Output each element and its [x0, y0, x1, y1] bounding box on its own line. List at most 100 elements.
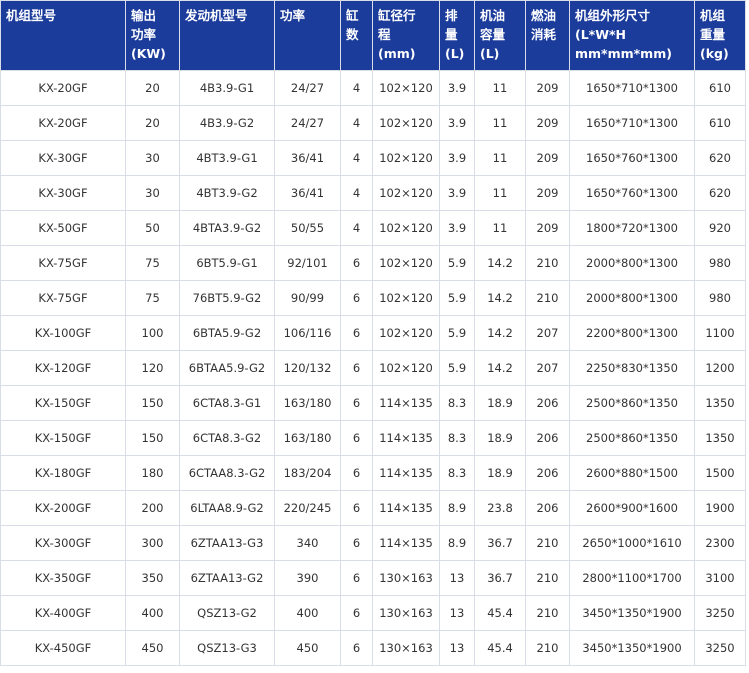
col-dimensions-cell: 2000*800*1300 — [569, 280, 695, 316]
col-cylinders-cell: 6 — [340, 455, 373, 491]
col-output-power-cell: 30 — [125, 140, 180, 176]
col-weight-cell: 2300 — [694, 525, 746, 561]
col-engine-model-cell: 76BT5.9-G2 — [179, 280, 275, 316]
col-displacement-cell: 3.9 — [439, 105, 475, 141]
col-power-cell: 183/204 — [274, 455, 341, 491]
col-bore-stroke-cell: 102×120 — [372, 280, 440, 316]
col-power-cell: 24/27 — [274, 70, 341, 106]
col-bore-stroke-cell: 130×163 — [372, 560, 440, 596]
col-model-header: 机组型号 — [0, 0, 126, 71]
col-displacement-cell: 3.9 — [439, 140, 475, 176]
col-oil-capacity-cell: 14.2 — [474, 245, 526, 281]
generator-spec-table: 机组型号 输出 功率 (KW) 发动机型号 功率缸 数缸径行 程 (mm) 排 量 (L… — [0, 0, 746, 666]
table-body: KX-20GF 20 4B3.9-G1 24/27 4 102×120 3.9 11 209 16… — [0, 70, 746, 666]
col-weight-cell: 980 — [694, 245, 746, 281]
col-fuel-consumption-cell: 209 — [525, 210, 570, 246]
col-dimensions-cell: 2650*1000*1610 — [569, 525, 695, 561]
col-cylinders-cell: 6 — [340, 385, 373, 421]
col-displacement-cell: 8.3 — [439, 385, 475, 421]
col-engine-model-cell: 6CTAA8.3-G2 — [179, 455, 275, 491]
col-bore-stroke-cell: 130×163 — [372, 630, 440, 666]
col-fuel-consumption-cell: 210 — [525, 280, 570, 316]
table-row: KX-350GF 350 6ZTAA13-G2 390 6 130×163 13 36.7 21… — [0, 560, 746, 596]
col-weight-cell: 620 — [694, 140, 746, 176]
col-cylinders-cell: 6 — [340, 595, 373, 631]
col-weight-cell: 1100 — [694, 315, 746, 351]
col-bore-stroke-cell: 114×135 — [372, 420, 440, 456]
col-output-power-cell: 30 — [125, 175, 180, 211]
col-fuel-consumption-header: 燃油 消耗 — [525, 0, 570, 71]
col-power-cell: 220/245 — [274, 490, 341, 526]
col-cylinders-cell: 4 — [340, 105, 373, 141]
col-oil-capacity-cell: 11 — [474, 210, 526, 246]
col-bore-stroke-cell: 102×120 — [372, 70, 440, 106]
col-dimensions-cell: 1650*710*1300 — [569, 70, 695, 106]
col-fuel-consumption-cell: 206 — [525, 385, 570, 421]
col-oil-capacity-cell: 23.8 — [474, 490, 526, 526]
col-output-power-cell: 20 — [125, 70, 180, 106]
col-model-cell: KX-350GF — [0, 560, 126, 596]
col-dimensions-cell: 2500*860*1350 — [569, 420, 695, 456]
table-row: KX-450GF 450 QSZ13-G3 450 6 130×163 13 45.4 210 3… — [0, 630, 746, 666]
table-row: KX-150GF 150 6CTA8.3-G2 163/180 6 114×135 8.3 1… — [0, 420, 746, 456]
col-bore-stroke-cell: 114×135 — [372, 490, 440, 526]
col-bore-stroke-cell: 114×135 — [372, 525, 440, 561]
col-output-power-cell: 150 — [125, 385, 180, 421]
col-output-power-cell: 180 — [125, 455, 180, 491]
col-engine-model-cell: 4B3.9-G2 — [179, 105, 275, 141]
col-oil-capacity-cell: 45.4 — [474, 630, 526, 666]
col-engine-model-cell: 6BTAA5.9-G2 — [179, 350, 275, 386]
col-power-cell: 24/27 — [274, 105, 341, 141]
col-oil-capacity-cell: 14.2 — [474, 315, 526, 351]
col-model-cell: KX-400GF — [0, 595, 126, 631]
col-dimensions-header: 机组外形尺寸 (L*W*H mm*mm*mm) — [569, 0, 695, 71]
col-fuel-consumption-cell: 206 — [525, 490, 570, 526]
col-fuel-consumption-cell: 209 — [525, 70, 570, 106]
table-row: KX-300GF 300 6ZTAA13-G3 340 6 114×135 8.9 36.7 2… — [0, 525, 746, 561]
col-cylinders-cell: 6 — [340, 490, 373, 526]
col-dimensions-cell: 2200*800*1300 — [569, 315, 695, 351]
table-row: KX-400GF 400 QSZ13-G2 400 6 130×163 13 45.4 210 3… — [0, 595, 746, 631]
col-engine-model-header: 发动机型号 — [179, 0, 275, 71]
col-bore-stroke-cell: 102×120 — [372, 210, 440, 246]
col-dimensions-cell: 2250*830*1350 — [569, 350, 695, 386]
col-weight-cell: 610 — [694, 105, 746, 141]
col-model-cell: KX-150GF — [0, 420, 126, 456]
col-displacement-cell: 5.9 — [439, 280, 475, 316]
col-power-cell: 400 — [274, 595, 341, 631]
col-fuel-consumption-cell: 209 — [525, 175, 570, 211]
col-engine-model-cell: 4BT3.9-G2 — [179, 175, 275, 211]
col-dimensions-cell: 1650*760*1300 — [569, 140, 695, 176]
col-power-cell: 50/55 — [274, 210, 341, 246]
col-power-cell: 163/180 — [274, 385, 341, 421]
col-power-cell: 90/99 — [274, 280, 341, 316]
col-output-power-cell: 300 — [125, 525, 180, 561]
col-bore-stroke-cell: 130×163 — [372, 595, 440, 631]
col-model-cell: KX-75GF — [0, 280, 126, 316]
col-displacement-cell: 13 — [439, 595, 475, 631]
col-weight-cell: 1900 — [694, 490, 746, 526]
col-weight-cell: 3100 — [694, 560, 746, 596]
col-engine-model-cell: 6ZTAA13-G3 — [179, 525, 275, 561]
col-oil-capacity-cell: 11 — [474, 105, 526, 141]
col-cylinders-cell: 4 — [340, 70, 373, 106]
col-displacement-cell: 5.9 — [439, 315, 475, 351]
col-output-power-cell: 120 — [125, 350, 180, 386]
col-output-power-cell: 350 — [125, 560, 180, 596]
col-bore-stroke-cell: 114×135 — [372, 455, 440, 491]
col-engine-model-cell: 6LTAA8.9-G2 — [179, 490, 275, 526]
col-displacement-cell: 5.9 — [439, 350, 475, 386]
col-cylinders-cell: 4 — [340, 175, 373, 211]
col-cylinders-cell: 6 — [340, 630, 373, 666]
col-power-cell: 92/101 — [274, 245, 341, 281]
col-weight-cell: 610 — [694, 70, 746, 106]
col-bore-stroke-cell: 102×120 — [372, 140, 440, 176]
col-displacement-cell: 8.9 — [439, 525, 475, 561]
col-oil-capacity-cell: 11 — [474, 70, 526, 106]
col-cylinders-cell: 6 — [340, 280, 373, 316]
col-weight-cell: 1500 — [694, 455, 746, 491]
col-displacement-cell: 3.9 — [439, 175, 475, 211]
col-engine-model-cell: QSZ13-G3 — [179, 630, 275, 666]
col-cylinders-cell: 4 — [340, 210, 373, 246]
col-output-power-cell: 100 — [125, 315, 180, 351]
